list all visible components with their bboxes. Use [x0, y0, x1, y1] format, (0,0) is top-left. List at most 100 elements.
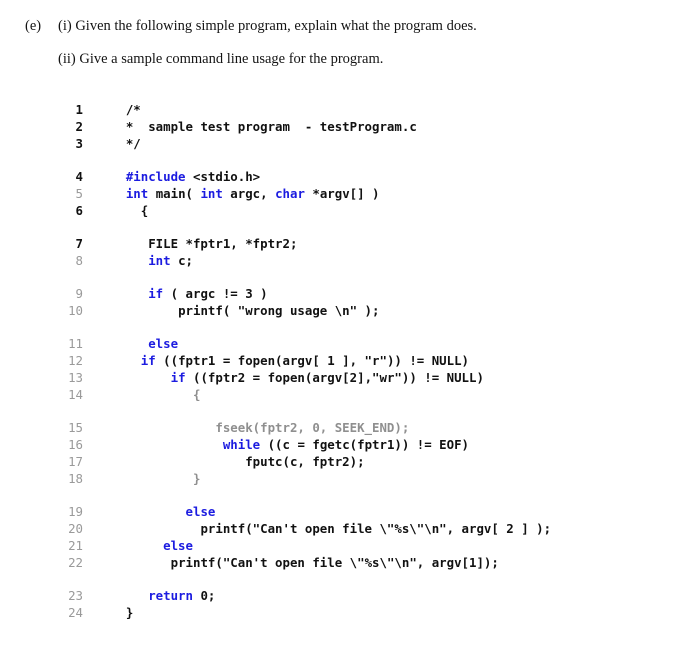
code-keyword: if [170, 370, 186, 385]
line-number: 19 [68, 504, 83, 519]
code-line: 11 else [0, 335, 682, 352]
question-item-i: (e) (i) Given the following simple progr… [0, 18, 682, 35]
code-line: 15 fseek(fptr2, 0, SEEK_END); [0, 419, 682, 436]
code-text: */ [125, 136, 141, 151]
line-number: 22 [68, 555, 83, 570]
code-keyword: if [148, 286, 164, 301]
line-number: 6 [75, 203, 83, 218]
line-number: 23 [68, 588, 83, 603]
code-line: 22 printf("Can't open file \"%s\"\n", ar… [0, 554, 682, 571]
line-number: 16 [68, 437, 83, 452]
code-source: else [96, 503, 682, 520]
code-source: if ((fptr1 = fopen(argv[ 1 ], "r")) != N… [96, 352, 682, 369]
code-keyword: char [275, 186, 305, 201]
code-line: 13 if ((fptr2 = fopen(argv[2],"wr")) != … [0, 369, 682, 386]
question-item-i-body: Given the following simple program, expl… [75, 18, 477, 34]
code-keyword: else [163, 538, 193, 553]
code-source: */ [96, 135, 682, 152]
line-number: 21 [68, 538, 83, 553]
code-text: } [192, 471, 201, 486]
code-line: 10 printf( "wrong usage \n" ); [0, 302, 682, 319]
code-keyword: int [125, 186, 149, 201]
code-text: 0; [192, 588, 216, 603]
code-source: else [96, 335, 682, 352]
code-line: 14 { [0, 386, 682, 403]
code-line: 8 int c; [0, 252, 682, 269]
question-item-ii-marker: (ii) [58, 51, 76, 67]
code-line: 5 int main( int argc, char *argv[] ) [0, 185, 682, 202]
code-line: 16 while ((c = fgetc(fptr1)) != EOF) [0, 436, 682, 453]
code-line: 19 else [0, 503, 682, 520]
line-number: 15 [68, 420, 83, 435]
code-line: 3 */ [0, 135, 682, 152]
code-text: main( [148, 186, 201, 201]
line-number: 12 [68, 353, 83, 368]
code-text: fseek(fptr2, 0, SEEK_END); [215, 420, 410, 435]
code-keyword: else [148, 336, 179, 351]
code-source: } [96, 470, 682, 487]
code-text: printf( "wrong usage \n" ); [178, 303, 380, 318]
code-source: /* [96, 101, 682, 118]
code-source: else [96, 537, 682, 554]
line-number: 13 [68, 370, 83, 385]
code-line: 1 /* [0, 101, 682, 118]
line-number: 4 [75, 169, 83, 184]
code-source: } [96, 604, 682, 621]
code-source: #include <stdio.h> [96, 168, 682, 185]
code-source: printf("Can't open file \"%s\"\n", argv[… [96, 520, 682, 537]
code-keyword: int [148, 253, 171, 268]
question-item-ii-text: (ii) Give a sample command line usage fo… [36, 51, 383, 68]
question-item-i-marker: (i) [58, 18, 72, 34]
code-line: 7 FILE *fptr1, *fptr2; [0, 235, 682, 252]
line-number: 14 [68, 387, 83, 402]
code-source: FILE *fptr1, *fptr2; [96, 235, 682, 252]
code-text: { [140, 203, 149, 218]
code-text: { [192, 387, 201, 402]
line-number: 7 [75, 236, 83, 251]
code-line: 20 printf("Can't open file \"%s\"\n", ar… [0, 520, 682, 537]
question-item-ii: (ii) Give a sample command line usage fo… [0, 51, 682, 68]
code-text: fputc(c, fptr2); [245, 454, 365, 469]
code-source: int main( int argc, char *argv[] ) [96, 185, 682, 202]
line-number: 24 [68, 605, 83, 620]
code-line: 2 * sample test program - testProgram.c [0, 118, 682, 135]
code-text: <stdio.h> [185, 169, 261, 184]
code-keyword: int [200, 186, 223, 201]
code-source: printf( "wrong usage \n" ); [96, 302, 682, 319]
code-source: while ((c = fgetc(fptr1)) != EOF) [96, 436, 682, 453]
code-listing: 1 /* 2 * sample test program - testProgra… [0, 101, 682, 621]
line-number: 17 [68, 454, 83, 469]
code-text: printf("Can't open file \"%s\"\n", argv[… [200, 521, 552, 536]
line-number: 9 [75, 286, 83, 301]
question-item-ii-body: Give a sample command line usage for the… [79, 51, 384, 67]
code-source: fputc(c, fptr2); [96, 453, 682, 470]
code-text: /* [125, 102, 141, 117]
question-block: (e) (i) Given the following simple progr… [0, 18, 682, 68]
code-source: int c; [96, 252, 682, 269]
code-keyword: #include [125, 169, 186, 184]
code-line: 6 { [0, 202, 682, 219]
line-number: 20 [68, 521, 83, 536]
code-line: 23 return 0; [0, 587, 682, 604]
code-text: *argv[] ) [304, 186, 380, 201]
code-source: { [96, 386, 682, 403]
code-keyword: else [185, 504, 216, 519]
line-number: 11 [68, 336, 83, 351]
code-line: 12 if ((fptr1 = fopen(argv[ 1 ], "r")) !… [0, 352, 682, 369]
code-keyword: return [148, 588, 193, 603]
code-text: ((fptr2 = fopen(argv[2],"wr")) != NULL) [185, 370, 484, 385]
code-line: 18 } [0, 470, 682, 487]
